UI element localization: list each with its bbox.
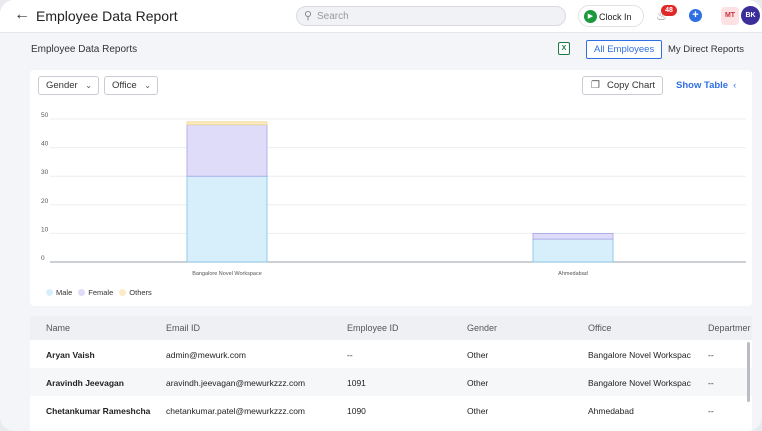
y-tick-label: 40 (41, 141, 49, 148)
table-row[interactable]: Chetankumar Rameshcha chetankumar.patel@… (30, 396, 752, 424)
legend-item[interactable]: Others (119, 288, 152, 297)
legend-item[interactable]: Male (46, 288, 72, 297)
employee-office: Bangalore Novel Workspac (588, 378, 691, 388)
clock-in-label: Clock In (599, 12, 632, 22)
app-window: ← Employee Data Report ⚲ Search ▶ Clock … (0, 0, 762, 431)
tab-my-direct-reports[interactable]: My Direct Reports (660, 40, 752, 59)
employee-office: Bangalore Novel Workspac (588, 350, 691, 360)
column-header-email[interactable]: Email ID (166, 323, 200, 333)
search-input[interactable]: ⚲ Search (296, 6, 566, 26)
employee-gender: Other (467, 378, 489, 388)
plus-icon[interactable]: + (689, 9, 702, 22)
employee-office: Ahmedabad (588, 406, 634, 416)
legend-item[interactable]: Female (78, 288, 113, 297)
copy-icon: ❐ (591, 80, 600, 91)
column-header-name[interactable]: Name (46, 323, 70, 333)
legend-label: Others (129, 288, 152, 297)
legend-swatch (46, 289, 53, 296)
chevron-left-icon: ‹ (733, 80, 737, 91)
notification-badge: 48 (661, 5, 677, 16)
employee-id: 1091 (347, 378, 366, 388)
clock-in-button[interactable]: ▶ Clock In (578, 5, 644, 27)
legend-label: Female (88, 288, 114, 297)
chevron-down-icon: ⌄ (144, 81, 151, 90)
section-title: Employee Data Reports (31, 44, 138, 55)
show-table-label: Show Table (676, 80, 729, 91)
y-tick-label: 30 (41, 169, 49, 176)
office-filter-label: Office (112, 80, 137, 91)
x-tick-label: Bangalore Novel Workspace (192, 271, 262, 277)
y-tick-label: 0 (41, 255, 45, 262)
bar-segment-female (532, 233, 614, 240)
play-icon: ▶ (584, 10, 597, 23)
legend-swatch (78, 289, 86, 296)
column-header-employee-id[interactable]: Employee ID (347, 323, 399, 333)
table-header: Name Email ID Employee ID Gender Office … (30, 316, 752, 340)
show-table-button[interactable]: Show Table ‹ (676, 80, 736, 91)
employee-department: -- (708, 350, 714, 360)
employee-name: Aravindh Jeevagan (46, 378, 124, 388)
y-tick-label: 20 (41, 198, 49, 205)
chevron-down-icon: ⌄ (85, 81, 92, 90)
arrow-left-icon[interactable]: ← (14, 6, 30, 24)
copy-chart-label: Copy Chart (607, 80, 656, 91)
gender-filter-label: Gender (46, 80, 78, 91)
bar-segment-female (186, 124, 268, 177)
avatar[interactable]: BK (741, 6, 760, 25)
table-row[interactable]: Aryan Vaish admin@mewurk.com -- Other Ba… (30, 340, 752, 368)
copy-chart-button[interactable]: ❐ Copy Chart (582, 76, 663, 95)
chart-card: Gender ⌄ Office ⌄ ❐ Copy Chart Show Tabl… (30, 70, 752, 306)
office-filter-dropdown[interactable]: Office ⌄ (104, 76, 158, 95)
legend-swatch (119, 289, 127, 296)
avatar[interactable]: MT (721, 7, 739, 25)
search-icon: ⚲ (304, 10, 313, 22)
column-header-office[interactable]: Office (588, 323, 611, 333)
employee-id: 1090 (347, 406, 366, 416)
tab-all-employees[interactable]: All Employees (586, 40, 663, 59)
employee-department: -- (708, 378, 714, 388)
chart-legend: Male Female Others (46, 288, 158, 297)
y-tick-label: 50 (41, 112, 49, 119)
bar-segment-others (186, 121, 268, 126)
employee-email: chetankumar.patel@mewurkzzz.com (166, 406, 306, 416)
top-bar: ← Employee Data Report ⚲ Search ▶ Clock … (0, 0, 762, 33)
column-header-department[interactable]: Departmer (708, 323, 752, 333)
employee-gender: Other (467, 350, 489, 360)
bar-segment-male (532, 238, 614, 263)
employee-email: admin@mewurk.com (166, 350, 246, 360)
employee-department: -- (708, 406, 714, 416)
y-tick-label: 10 (41, 226, 49, 233)
x-tick-label: Ahmedabad (558, 271, 588, 277)
employee-email: aravindh.jeevagan@mewurkzzz.com (166, 378, 306, 388)
table-scrollbar[interactable] (747, 342, 750, 402)
employee-table: Name Email ID Employee ID Gender Office … (30, 316, 752, 431)
employee-name: Chetankumar Rameshcha (46, 406, 151, 416)
legend-label: Male (56, 288, 73, 297)
search-placeholder: Search (317, 11, 349, 22)
excel-export-icon[interactable]: X (558, 42, 570, 55)
bar-segment-male (186, 175, 268, 263)
gender-filter-dropdown[interactable]: Gender ⌄ (38, 76, 99, 95)
stacked-bar-chart: 0 10 20 30 40 50 Bangalore Novel Workspace Ahme… (41, 112, 746, 277)
employee-id: -- (347, 350, 353, 360)
employee-gender: Other (467, 406, 489, 416)
page-title: Employee Data Report (36, 8, 178, 24)
column-header-gender[interactable]: Gender (467, 323, 497, 333)
table-row[interactable]: Aravindh Jeevagan aravindh.jeevagan@mewu… (30, 368, 752, 396)
employee-name: Aryan Vaish (46, 350, 95, 360)
